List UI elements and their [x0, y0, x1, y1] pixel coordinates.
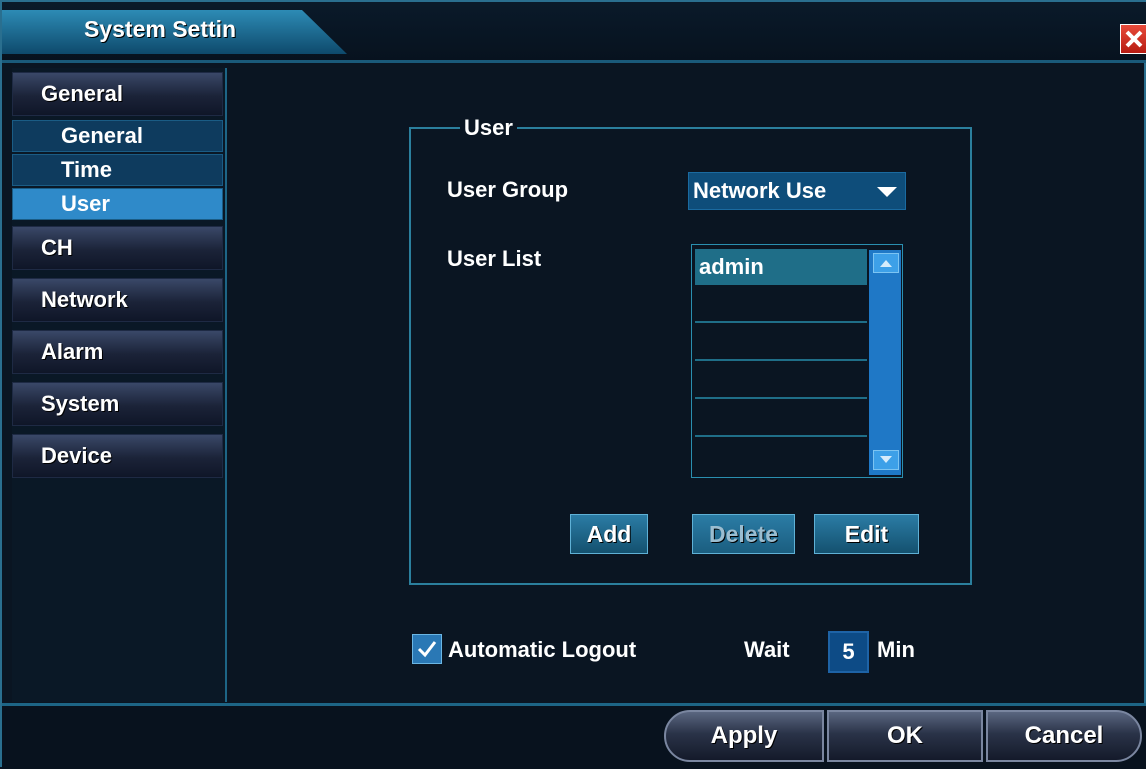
scroll-down-button[interactable] [873, 450, 899, 470]
user-list-scrollbar[interactable] [869, 250, 901, 475]
close-button[interactable] [1120, 24, 1146, 54]
sidebar-item-general[interactable]: General [12, 72, 223, 116]
ok-button[interactable]: OK [827, 710, 983, 762]
window-title: System Settin [84, 16, 237, 42]
chevron-up-icon [880, 260, 892, 267]
list-item[interactable] [695, 401, 867, 437]
sidebar-item-system[interactable]: System [12, 382, 223, 426]
add-user-button[interactable]: Add [570, 514, 648, 554]
close-icon [1125, 30, 1143, 48]
scroll-up-button[interactable] [873, 253, 899, 273]
list-item[interactable]: admin [695, 249, 867, 285]
user-group-value: Network Use [693, 178, 827, 203]
title-bar: System Settin [2, 2, 1146, 63]
apply-button[interactable]: Apply [664, 710, 824, 762]
delete-user-button[interactable]: Delete [692, 514, 795, 554]
user-list[interactable]: admin [691, 244, 903, 478]
list-item[interactable] [695, 363, 867, 399]
user-group-legend: User [460, 115, 517, 141]
sidebar-subitem-time[interactable]: Time [12, 154, 223, 186]
chevron-down-icon [877, 187, 897, 197]
user-list-label: User List [447, 246, 542, 271]
chevron-down-icon [880, 456, 892, 463]
sidebar-subitem-general[interactable]: General [12, 120, 223, 152]
list-item[interactable] [695, 325, 867, 361]
title-divider [2, 60, 1146, 63]
wait-minutes-input[interactable]: 5 [828, 631, 869, 673]
list-item[interactable] [695, 287, 867, 323]
sidebar-item-alarm[interactable]: Alarm [12, 330, 223, 374]
wait-label: Wait [744, 637, 790, 662]
checkmark-icon [417, 641, 437, 658]
sidebar-item-network[interactable]: Network [12, 278, 223, 322]
cancel-button[interactable]: Cancel [986, 710, 1142, 762]
edit-user-button[interactable]: Edit [814, 514, 919, 554]
automatic-logout-checkbox[interactable] [412, 634, 442, 664]
sidebar: General General Time User CH Network Ala… [12, 68, 227, 702]
system-settings-window: System Settin General General Time User … [0, 0, 1146, 769]
user-group-label: User Group [447, 177, 569, 202]
sidebar-item-device[interactable]: Device [12, 434, 223, 478]
minutes-unit-label: Min [877, 637, 915, 662]
list-item[interactable] [695, 439, 867, 475]
automatic-logout-label: Automatic Logout [448, 637, 637, 662]
user-group-dropdown[interactable]: Network Use [688, 172, 906, 210]
sidebar-item-ch[interactable]: CH [12, 226, 223, 270]
sidebar-subitem-user[interactable]: User [12, 188, 223, 220]
